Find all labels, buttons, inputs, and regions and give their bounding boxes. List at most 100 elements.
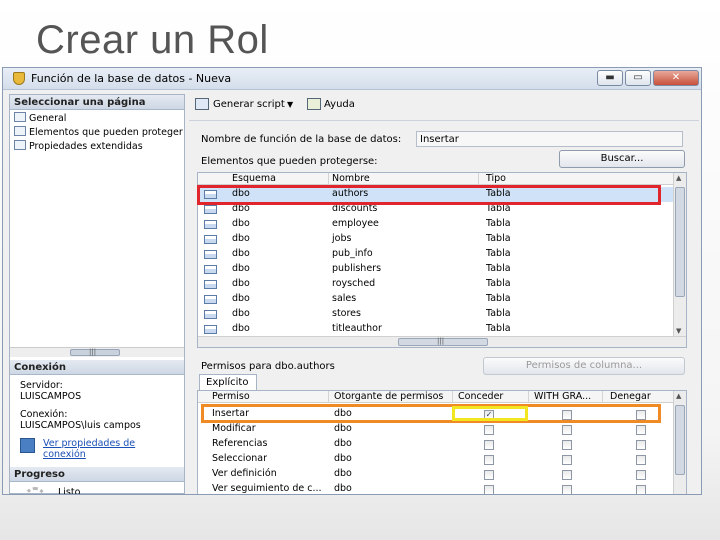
grantor-cell: dbo <box>334 483 352 494</box>
deny-checkbox[interactable] <box>636 485 646 494</box>
column-separator <box>328 173 329 185</box>
scroll-thumb[interactable]: ||| <box>398 337 488 346</box>
permission-row[interactable]: Ver definición dbo <box>198 467 686 482</box>
column-header-grant[interactable]: Conceder <box>458 391 503 402</box>
server-label: Servidor: <box>20 380 63 391</box>
with-grant-checkbox[interactable] <box>562 455 572 465</box>
scroll-thumb[interactable] <box>675 187 685 297</box>
type-cell: Tabla <box>486 248 511 259</box>
deny-checkbox[interactable] <box>636 440 646 450</box>
column-separator <box>528 391 529 403</box>
column-separator <box>328 391 329 403</box>
grantor-cell: dbo <box>334 423 352 434</box>
database-icon <box>13 72 25 85</box>
column-header-grantor[interactable]: Otorgante de permisos <box>334 391 443 402</box>
name-cell: sales <box>332 293 357 304</box>
role-name-label: Nombre de función de la base de datos: <box>201 134 402 145</box>
script-icon <box>195 98 209 110</box>
generate-script-button[interactable]: Generar script <box>213 99 285 110</box>
maximize-button[interactable]: ▭ <box>625 70 651 86</box>
permission-cell: Referencias <box>212 438 268 449</box>
with-grant-checkbox[interactable] <box>562 470 572 480</box>
role-name-input[interactable] <box>416 131 683 147</box>
column-header-permission[interactable]: Permiso <box>212 391 250 402</box>
table-row[interactable]: dbo jobs Tabla <box>198 232 686 247</box>
grantor-cell: dbo <box>334 453 352 464</box>
grant-checkbox[interactable] <box>484 440 494 450</box>
table-row[interactable]: dbo pub_info Tabla <box>198 247 686 262</box>
table-row[interactable]: dbo sales Tabla <box>198 292 686 307</box>
with-grant-checkbox[interactable] <box>562 485 572 494</box>
grant-checkbox[interactable] <box>484 485 494 494</box>
table-row[interactable]: dbo publishers Tabla <box>198 262 686 277</box>
title-bar: Función de la base de datos - Nueva ▬ ▭ … <box>3 68 701 90</box>
tab-explicit[interactable]: Explícito <box>199 374 257 391</box>
permission-row[interactable]: Ver seguimiento de c... dbo <box>198 482 686 494</box>
grant-checkbox[interactable] <box>484 425 494 435</box>
type-cell: Tabla <box>486 218 511 229</box>
nav-item-general[interactable]: General <box>14 112 66 124</box>
deny-checkbox[interactable] <box>636 455 646 465</box>
column-separator <box>602 391 603 403</box>
nav-item-label: Propiedades extendidas <box>29 141 143 152</box>
highlight-grant-checkbox <box>452 406 528 421</box>
deny-checkbox[interactable] <box>636 425 646 435</box>
table-row[interactable]: dbo employee Tabla <box>198 217 686 232</box>
permission-cell: Ver seguimiento de c... <box>212 483 322 494</box>
column-header-schema[interactable]: Esquema <box>232 173 276 184</box>
table-icon <box>204 250 217 259</box>
column-header-with-grant[interactable]: WITH GRA... <box>534 391 591 402</box>
column-permissions-button[interactable]: Permisos de columna... <box>483 357 685 375</box>
securables-vertical-scrollbar[interactable]: ▲ ▼ <box>673 173 686 338</box>
nav-item-securables[interactable]: Elementos que pueden proteger <box>14 126 183 138</box>
table-row[interactable]: dbo titleauthor Tabla <box>198 322 686 337</box>
connection-properties-link[interactable]: Ver propiedades de conexión <box>43 438 153 460</box>
minimize-button[interactable]: ▬ <box>597 70 623 86</box>
role-dialog: Función de la base de datos - Nueva ▬ ▭ … <box>2 67 702 495</box>
scroll-up-icon[interactable]: ▲ <box>676 392 684 400</box>
permission-row[interactable]: Seleccionar dbo <box>198 452 686 467</box>
scroll-down-icon[interactable]: ▼ <box>676 327 684 335</box>
grant-checkbox[interactable] <box>484 455 494 465</box>
permission-row[interactable]: Referencias dbo <box>198 437 686 452</box>
table-row[interactable]: dbo roysched Tabla <box>198 277 686 292</box>
with-grant-checkbox[interactable] <box>562 425 572 435</box>
highlight-insert-permission <box>201 404 661 423</box>
table-icon <box>204 295 217 304</box>
column-separator <box>478 173 479 185</box>
securables-horizontal-scrollbar[interactable]: ||| <box>198 336 686 347</box>
with-grant-checkbox[interactable] <box>562 440 572 450</box>
deny-checkbox[interactable] <box>636 470 646 480</box>
type-cell: Tabla <box>486 278 511 289</box>
left-pane: Seleccionar una página General Elementos… <box>9 94 185 494</box>
column-header-type[interactable]: Tipo <box>486 173 506 184</box>
page-icon <box>14 126 26 136</box>
column-header-name[interactable]: Nombre <box>332 173 370 184</box>
type-cell: Tabla <box>486 293 511 304</box>
table-row[interactable]: dbo stores Tabla <box>198 307 686 322</box>
table-icon <box>204 235 217 244</box>
nav-item-extended-properties[interactable]: Propiedades extendidas <box>14 140 143 152</box>
permissions-vertical-scrollbar[interactable]: ▲ <box>673 391 686 494</box>
connection-label: Conexión: <box>20 409 68 420</box>
type-cell: Tabla <box>486 323 511 334</box>
scroll-up-icon[interactable]: ▲ <box>676 174 684 182</box>
type-cell: Tabla <box>486 233 511 244</box>
table-icon <box>204 325 217 334</box>
table-icon <box>204 220 217 229</box>
type-cell: Tabla <box>486 263 511 274</box>
scroll-thumb[interactable] <box>675 405 685 475</box>
table-icon <box>204 265 217 274</box>
nav-item-label: Elementos que pueden proteger <box>29 127 183 138</box>
nav-scroll-thumb[interactable]: ||| <box>70 348 120 356</box>
close-button[interactable]: ✕ <box>653 70 699 86</box>
slide-title: Crear un Rol <box>36 18 269 62</box>
help-button[interactable]: Ayuda <box>324 99 355 110</box>
column-header-deny[interactable]: Denegar <box>610 391 651 402</box>
grant-checkbox[interactable] <box>484 470 494 480</box>
search-button[interactable]: Buscar... <box>559 150 685 168</box>
schema-cell: dbo <box>232 308 250 319</box>
chevron-down-icon[interactable]: ▼ <box>287 100 293 109</box>
permission-row[interactable]: Modificar dbo <box>198 422 686 437</box>
nav-scrollbar[interactable]: ||| <box>10 347 184 357</box>
